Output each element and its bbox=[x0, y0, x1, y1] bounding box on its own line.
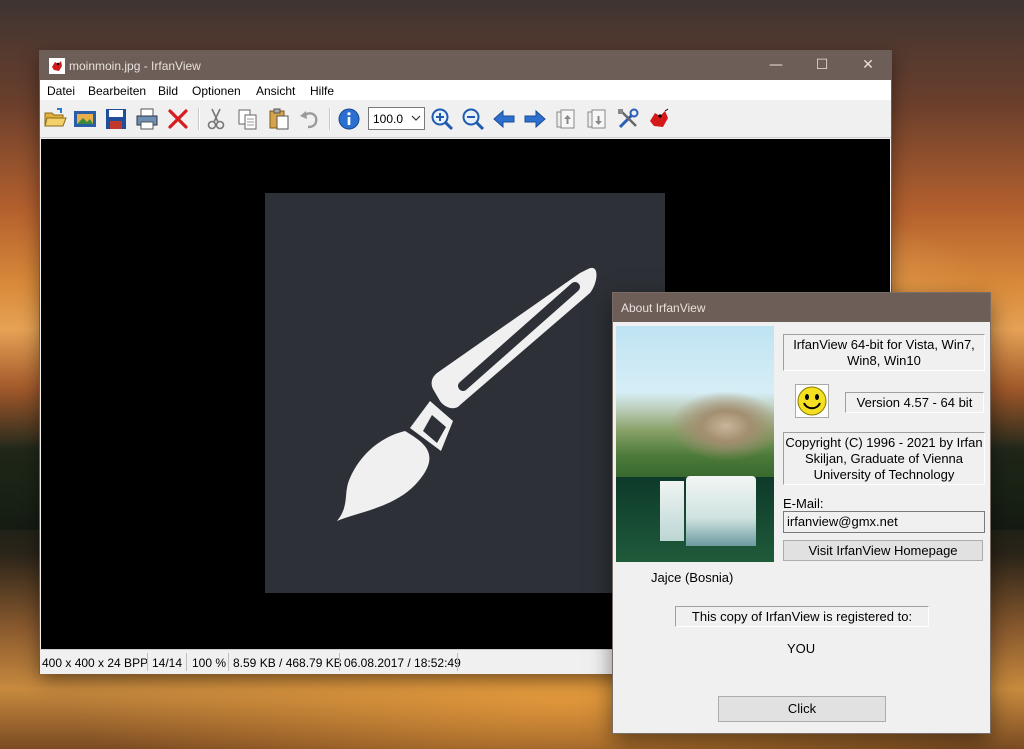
paintbrush-icon bbox=[337, 267, 597, 521]
menu-hilfe[interactable]: Hilfe bbox=[310, 84, 334, 98]
version-text: Version 4.57 - 64 bit bbox=[856, 395, 973, 410]
status-separator bbox=[457, 653, 458, 671]
minimize-button[interactable]: — bbox=[753, 51, 799, 80]
photo-caption: Jajce (Bosnia) bbox=[651, 570, 734, 585]
photo-waterfall-left bbox=[660, 481, 684, 541]
menu-bild[interactable]: Bild bbox=[158, 84, 178, 98]
status-separator bbox=[228, 653, 229, 671]
menu-ansicht[interactable]: Ansicht bbox=[256, 84, 295, 98]
toolbar-separator bbox=[329, 108, 331, 130]
jajce-photo bbox=[616, 326, 774, 562]
registered-user: YOU bbox=[787, 641, 816, 656]
status-filesize: 8.59 KB / 468.79 KB bbox=[233, 656, 342, 670]
settings-tools-icon[interactable] bbox=[616, 107, 640, 131]
menu-optionen[interactable]: Optionen bbox=[192, 84, 241, 98]
product-name: IrfanView 64-bit for Vista, Win7, Win8, … bbox=[793, 337, 975, 368]
click-button[interactable]: Click bbox=[718, 696, 886, 722]
print-icon[interactable] bbox=[135, 107, 159, 131]
toolbar: 100.0 bbox=[40, 101, 891, 138]
maximize-button[interactable]: ☐ bbox=[799, 51, 845, 80]
previous-arrow-icon[interactable] bbox=[492, 107, 516, 131]
undo-icon[interactable] bbox=[298, 107, 322, 131]
smiley-icon bbox=[797, 386, 827, 416]
photo-waterfall bbox=[686, 476, 756, 546]
close-button[interactable]: ✕ bbox=[845, 51, 891, 80]
zoom-combobox[interactable]: 100.0 bbox=[368, 107, 425, 130]
save-icon[interactable] bbox=[104, 107, 128, 131]
info-icon[interactable] bbox=[337, 107, 361, 131]
window-title: moinmoin.jpg - IrfanView bbox=[69, 59, 201, 73]
zoom-in-icon[interactable] bbox=[430, 107, 454, 131]
photo-hill bbox=[616, 366, 774, 466]
about-title-bar[interactable]: About IrfanView bbox=[613, 293, 990, 322]
toolbar-separator bbox=[198, 108, 200, 130]
last-page-icon[interactable] bbox=[585, 107, 609, 131]
menu-datei[interactable]: Datei bbox=[47, 84, 75, 98]
menu-bearbeiten[interactable]: Bearbeiten bbox=[88, 84, 146, 98]
irfanview-logo-icon[interactable] bbox=[647, 107, 671, 131]
open-folder-icon[interactable] bbox=[43, 107, 67, 131]
zoom-value: 100.0 bbox=[373, 112, 404, 126]
status-datetime: 06.08.2017 / 18:52:49 bbox=[344, 656, 461, 670]
delete-icon[interactable] bbox=[166, 107, 190, 131]
status-separator bbox=[147, 653, 148, 671]
displayed-image bbox=[265, 193, 665, 593]
status-dimensions: 400 x 400 x 24 BPP bbox=[42, 656, 149, 670]
slideshow-icon[interactable] bbox=[73, 107, 97, 131]
copyright-text: Copyright (C) 1996 - 2021 by Irfan Skilj… bbox=[785, 435, 983, 482]
status-separator bbox=[339, 653, 340, 671]
cut-icon[interactable] bbox=[204, 107, 228, 131]
paste-icon[interactable] bbox=[267, 107, 291, 131]
copy-icon[interactable] bbox=[236, 107, 260, 131]
menu-bar: Datei Bearbeiten Bild Optionen Ansicht H… bbox=[40, 80, 891, 100]
email-label: E-Mail: bbox=[783, 496, 824, 511]
copyright-box: Copyright (C) 1996 - 2021 by Irfan Skilj… bbox=[783, 432, 985, 485]
visit-homepage-button[interactable]: Visit IrfanView Homepage bbox=[783, 540, 983, 561]
product-info-box: IrfanView 64-bit for Vista, Win7, Win8, … bbox=[783, 334, 985, 371]
next-arrow-icon[interactable] bbox=[523, 107, 547, 131]
registered-label: This copy of IrfanView is registered to: bbox=[691, 609, 913, 624]
about-dialog: About IrfanView IrfanView 64-bit for Vis… bbox=[613, 293, 990, 733]
registered-box: This copy of IrfanView is registered to: bbox=[675, 606, 929, 627]
chevron-down-icon bbox=[411, 115, 421, 121]
first-page-icon[interactable] bbox=[554, 107, 578, 131]
status-zoom: 100 % bbox=[192, 656, 227, 670]
status-separator bbox=[186, 653, 187, 671]
status-index: 14/14 bbox=[152, 656, 183, 670]
title-bar[interactable]: moinmoin.jpg - IrfanView — ☐ ✕ bbox=[40, 51, 891, 80]
version-box: Version 4.57 - 64 bit bbox=[845, 392, 984, 413]
email-field[interactable]: irfanview@gmx.net bbox=[783, 511, 985, 533]
zoom-out-icon[interactable] bbox=[461, 107, 485, 131]
irfanview-app-icon bbox=[49, 58, 65, 74]
smiley-button[interactable] bbox=[795, 384, 829, 418]
about-title: About IrfanView bbox=[621, 301, 706, 315]
